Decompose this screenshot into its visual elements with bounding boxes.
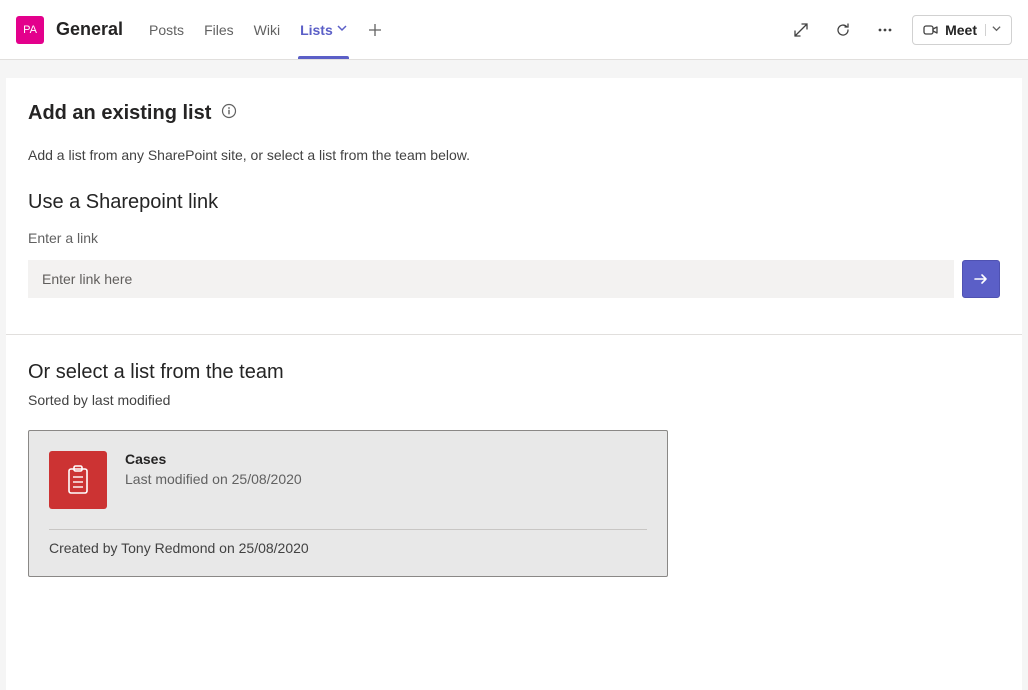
- page-title: Add an existing list: [28, 102, 211, 125]
- sharepoint-link-input[interactable]: [28, 260, 954, 298]
- chevron-down-icon: [337, 23, 347, 36]
- list-created: Created by Tony Redmond on 25/08/2020: [49, 540, 647, 556]
- divider: [6, 334, 1022, 335]
- meet-label: Meet: [945, 22, 977, 38]
- tab-posts[interactable]: Posts: [139, 0, 194, 59]
- tab-lists[interactable]: Lists: [290, 0, 357, 59]
- select-list-heading: Or select a list from the team: [28, 361, 1000, 384]
- channel-header: PA General Posts Files Wiki Lists Meet: [0, 0, 1028, 60]
- video-icon: [923, 23, 939, 37]
- expand-icon: [793, 22, 809, 38]
- channel-name: General: [56, 19, 123, 40]
- tab-bar: Posts Files Wiki Lists: [139, 0, 393, 59]
- tab-files[interactable]: Files: [194, 0, 244, 59]
- add-tab-button[interactable]: [357, 22, 393, 38]
- list-name: Cases: [125, 451, 302, 467]
- more-icon: [877, 22, 893, 38]
- tab-wiki[interactable]: Wiki: [244, 0, 290, 59]
- sorted-label: Sorted by last modified: [28, 392, 1000, 408]
- link-label: Enter a link: [28, 230, 1000, 246]
- submit-link-button[interactable]: [962, 260, 1000, 298]
- info-icon[interactable]: [221, 103, 237, 124]
- sharepoint-link-heading: Use a Sharepoint link: [28, 191, 1000, 214]
- list-icon: [49, 451, 107, 509]
- page-subtitle: Add a list from any SharePoint site, or …: [28, 147, 1000, 163]
- tab-lists-label: Lists: [300, 22, 333, 38]
- more-button[interactable]: [870, 15, 900, 45]
- reload-icon: [835, 22, 851, 38]
- clipboard-icon: [65, 465, 91, 495]
- header-actions: Meet: [786, 15, 1012, 45]
- avatar: PA: [16, 16, 44, 44]
- expand-button[interactable]: [786, 15, 816, 45]
- card-divider: [49, 529, 647, 530]
- chevron-down-icon[interactable]: [985, 24, 1001, 36]
- list-card[interactable]: Cases Last modified on 25/08/2020 Create…: [28, 430, 668, 577]
- meet-button[interactable]: Meet: [912, 15, 1012, 45]
- list-modified: Last modified on 25/08/2020: [125, 471, 302, 487]
- plus-icon: [367, 22, 383, 38]
- arrow-right-icon: [972, 270, 990, 288]
- reload-button[interactable]: [828, 15, 858, 45]
- content-panel: Add an existing list Add a list from any…: [6, 78, 1022, 690]
